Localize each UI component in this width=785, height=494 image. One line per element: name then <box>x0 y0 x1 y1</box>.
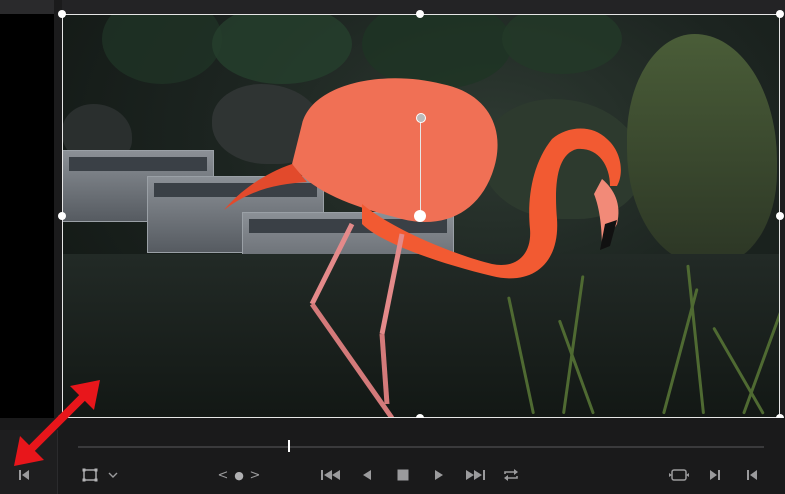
nav-next-button[interactable]: > <box>250 466 261 484</box>
transform-handle-middle-right[interactable] <box>776 212 784 220</box>
transform-handle-top-center[interactable] <box>416 10 424 18</box>
next-clip-icon <box>710 470 720 480</box>
rotation-handle[interactable] <box>416 113 426 123</box>
jump-to-end-button[interactable] <box>464 466 486 484</box>
top-strip <box>0 0 785 14</box>
match-frame-icon <box>669 469 689 481</box>
timeline-scrubber[interactable] <box>78 446 764 448</box>
jump-to-end-icon <box>466 470 485 480</box>
go-to-first-frame-icon <box>19 470 29 480</box>
nav-dot-indicator: ● <box>234 468 244 482</box>
loop-button[interactable] <box>501 466 521 484</box>
jump-to-start-icon <box>321 470 340 480</box>
match-frame-button[interactable] <box>668 466 690 484</box>
play-icon <box>435 470 443 480</box>
transform-handle-middle-left[interactable] <box>58 212 66 220</box>
jump-to-start-button[interactable] <box>320 466 342 484</box>
transform-handle-top-left[interactable] <box>58 10 66 18</box>
stop-button[interactable] <box>396 466 410 484</box>
previous-clip-button[interactable] <box>745 466 759 484</box>
step-back-icon <box>363 470 371 480</box>
chevron-down-icon <box>108 472 118 478</box>
next-clip-button[interactable] <box>708 466 722 484</box>
rotation-line <box>420 117 421 216</box>
top-strip-left <box>0 0 54 14</box>
transform-handle-top-right[interactable] <box>776 10 784 18</box>
previous-clip-icon <box>747 470 757 480</box>
transform-mode-icon <box>82 468 98 482</box>
play-button[interactable] <box>432 466 446 484</box>
loop-icon <box>504 469 518 481</box>
nav-previous-button[interactable]: < <box>218 466 229 484</box>
playhead[interactable] <box>288 440 290 452</box>
stop-icon <box>397 469 409 481</box>
transform-pivot-point[interactable] <box>414 210 426 222</box>
step-back-button[interactable] <box>360 466 374 484</box>
side-panel <box>0 14 54 418</box>
annotation-double-arrow <box>14 380 100 466</box>
